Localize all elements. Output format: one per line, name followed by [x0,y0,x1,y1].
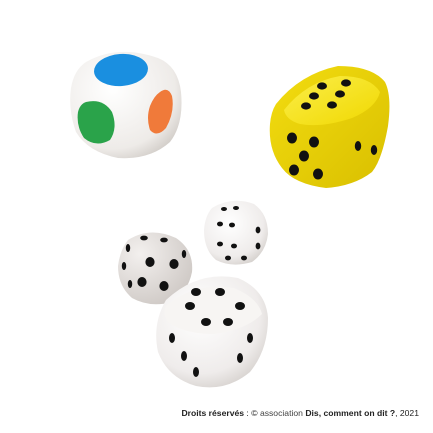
credit-label: Droits réservés [181,408,245,418]
white-die-small [204,200,268,265]
copyright-credit: Droits réservés : © association Dis, com… [181,408,419,418]
credit-separator: : © [244,408,260,418]
credit-year: , 2021 [395,408,419,418]
credit-org-name: Dis, comment on dit ? [305,408,396,418]
yellow-die [269,66,390,188]
credit-org-prefix: association [259,408,306,418]
color-die [70,51,182,159]
dice-scene [70,51,390,388]
